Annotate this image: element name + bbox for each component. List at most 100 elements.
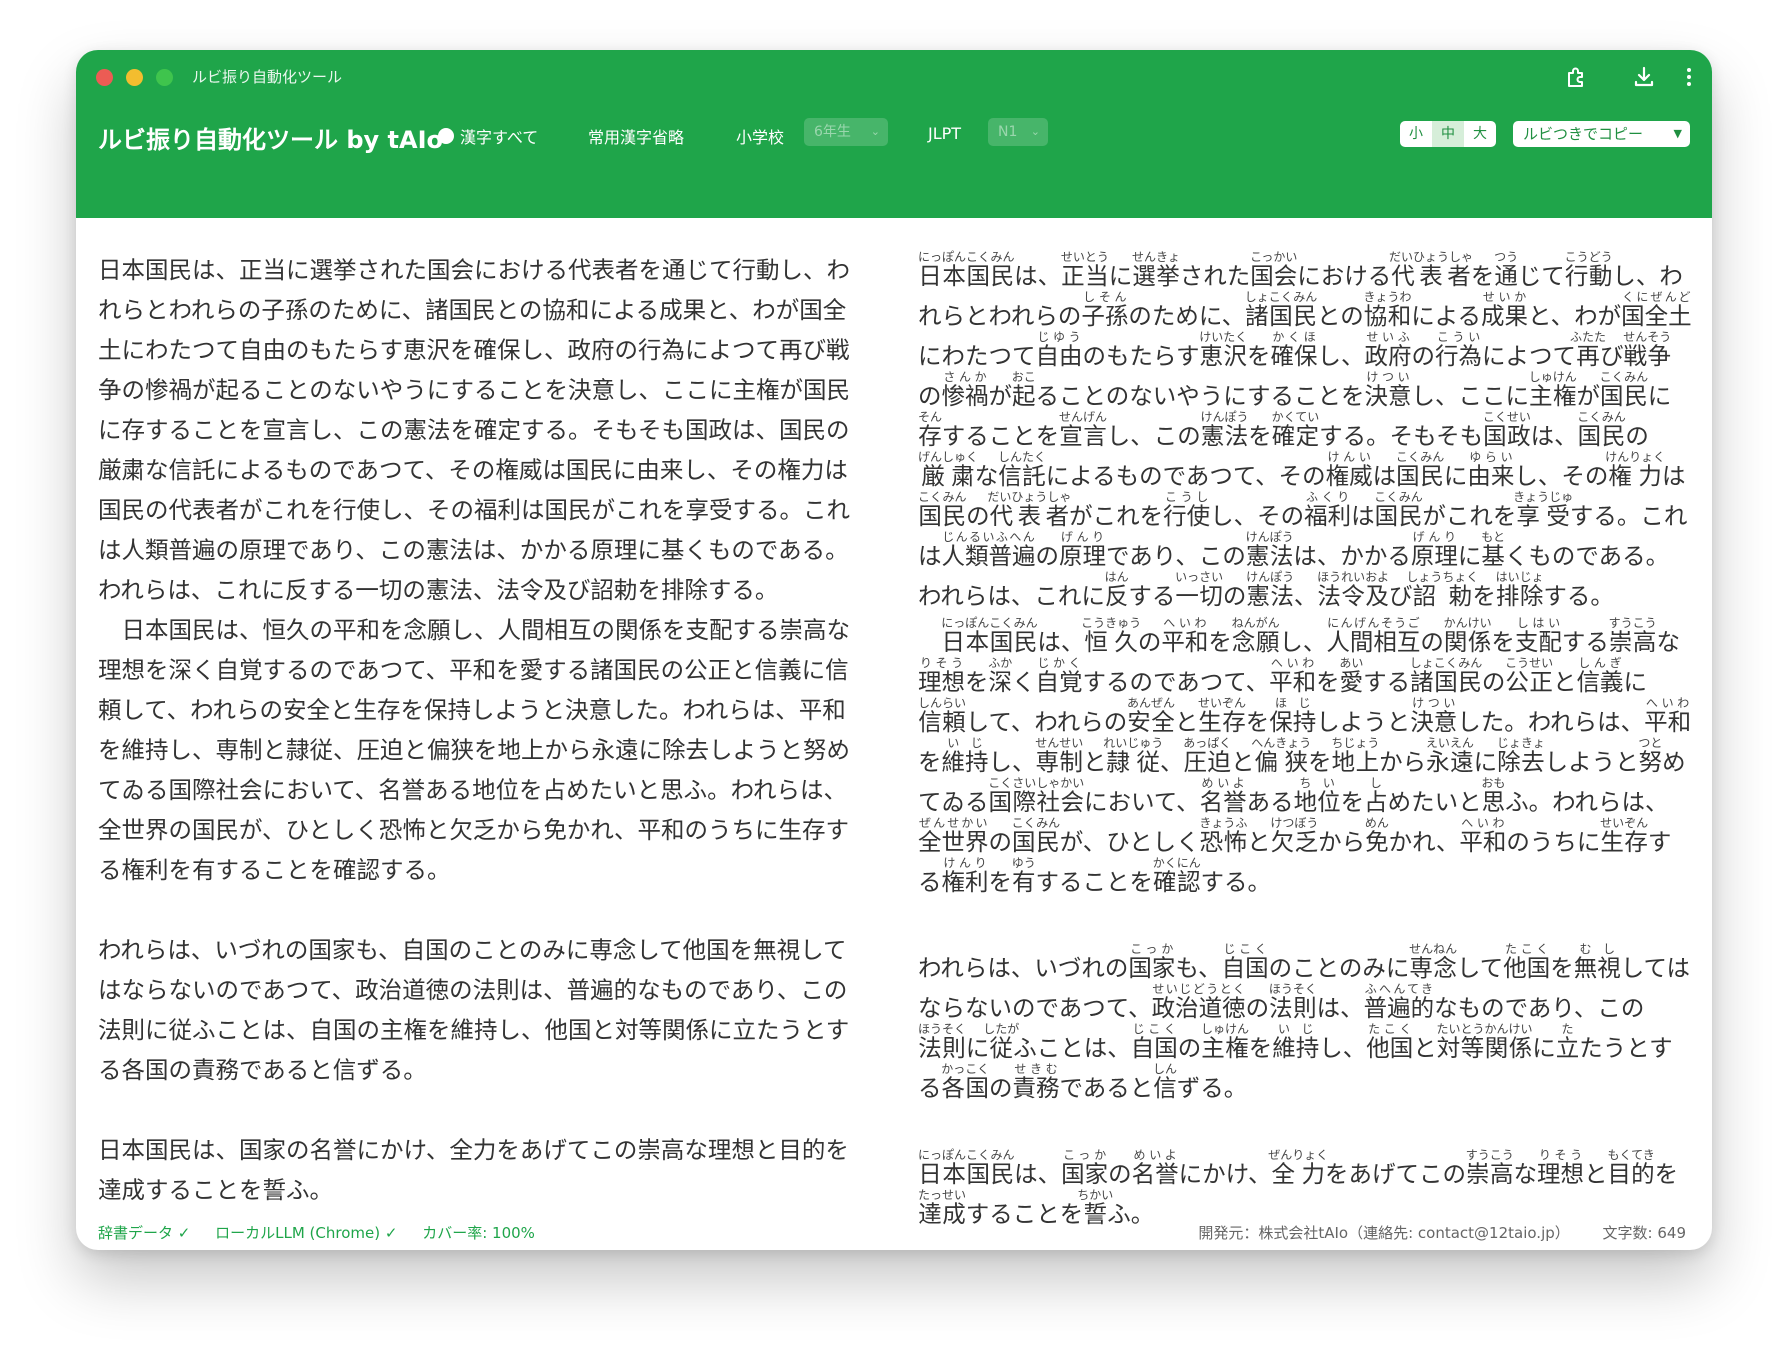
- ruby-word: 日本国民にっぽんこくみん: [918, 250, 1015, 290]
- ruby-word: 宣言せんげん: [1059, 410, 1108, 450]
- ruby-reading: こくみん: [1374, 490, 1423, 504]
- ruby-word: 憲法けんぽう: [1200, 410, 1249, 450]
- ruby-word: 基もと: [1481, 530, 1505, 570]
- download-icon[interactable]: [1631, 64, 1657, 90]
- ruby-word: 恒久こうきゅう: [1081, 616, 1142, 656]
- minimize-window-button[interactable]: [126, 69, 143, 86]
- ruby-reading: めん: [1364, 816, 1389, 830]
- app-window: ルビ振り自動化ツール ルビ振り自動化ツール by tAIo 漢字すべて 常用漢字…: [76, 50, 1712, 1250]
- ruby-word: 権威けんい: [1325, 450, 1373, 490]
- ruby-word: 行為こうい: [1435, 330, 1483, 370]
- ruby-reading: こくみん: [1577, 410, 1626, 424]
- ruby-reading: せんきょ: [1131, 250, 1180, 264]
- ruby-word: 偏狭へんきょう: [1251, 736, 1312, 776]
- ruby-word: 国民こくみん: [1374, 490, 1423, 530]
- ruby-word: 福利ふくり: [1304, 490, 1352, 530]
- ruby-reading: しゅけん: [1201, 1022, 1250, 1036]
- ruby-word: 正当せいとう: [1060, 250, 1109, 290]
- ruby-reading: ちい: [1293, 776, 1341, 790]
- ruby-reading: しん: [1153, 1062, 1178, 1076]
- grade-select[interactable]: 6年生 ⌄: [804, 118, 888, 146]
- ruby-word: 各国かっこく: [941, 1062, 990, 1102]
- extension-icon[interactable]: [1563, 64, 1589, 90]
- ruby-word: 代表者だいひょうしゃ: [1389, 250, 1474, 290]
- radio-all-kanji-label: 漢字すべて: [460, 128, 539, 147]
- ruby-word: 支配しはい: [1514, 616, 1562, 656]
- ruby-word: 決意けつい: [1410, 696, 1458, 736]
- ruby-word: 通つう: [1494, 250, 1519, 290]
- ruby-word: 国際社会こくさいしゃかい: [988, 776, 1085, 816]
- ruby-output-pane[interactable]: 日本国民にっぽんこくみんは、正当せいとうに選挙せんきょされた国会こっかいにおける…: [918, 250, 1692, 1234]
- ruby-word: 厳粛げんしゅく: [918, 450, 979, 490]
- ruby-word: 諸国民しょこくみん: [1244, 290, 1318, 330]
- ruby-reading: きょうわ: [1363, 290, 1412, 304]
- ruby-reading: こくみん: [1395, 450, 1445, 464]
- ruby-word: 平和へいわ: [1161, 616, 1209, 656]
- ruby-reading: こっか: [1128, 942, 1176, 956]
- ruby-word: 念願ねんがん: [1231, 616, 1280, 656]
- ruby-word: 全力ぜんりょく: [1268, 1148, 1329, 1188]
- character-count: 文字数: 649: [1602, 1224, 1686, 1242]
- size-medium-button[interactable]: 中: [1432, 121, 1464, 147]
- ruby-word: 隷従れいじゅう: [1103, 736, 1164, 776]
- ruby-reading: ほうそく: [1268, 982, 1317, 996]
- ruby-reading: きょうじゅ: [1513, 490, 1574, 504]
- ruby-reading: じこく: [1221, 942, 1269, 956]
- close-window-button[interactable]: [96, 69, 113, 86]
- ruby-word: 戦争せんそう: [1623, 330, 1672, 370]
- ruby-word: 諸国民しょこくみん: [1409, 656, 1483, 696]
- ruby-word: 原理げんり: [1059, 530, 1106, 570]
- ruby-word: 地上ちじょう: [1331, 736, 1380, 776]
- ruby-reading: にっぽんこくみん: [918, 250, 1015, 264]
- chevron-down-icon: ⌄: [1030, 125, 1040, 138]
- ruby-reading: ほうそく: [918, 1022, 967, 1036]
- size-small-button[interactable]: 小: [1400, 121, 1432, 147]
- zoom-window-button[interactable]: [156, 69, 173, 86]
- ruby-word: 権利けんり: [941, 856, 989, 896]
- copy-with-ruby-button[interactable]: ルビつきでコピー ▼: [1513, 121, 1690, 147]
- chevron-down-icon: ⌄: [870, 125, 880, 138]
- ruby-reading: たっせい: [918, 1188, 967, 1202]
- ruby-reading: こうし: [1163, 490, 1211, 504]
- ruby-word: 主権しゅけん: [1528, 370, 1577, 410]
- size-large-button[interactable]: 大: [1464, 121, 1496, 147]
- ruby-reading: れいじゅう: [1103, 736, 1164, 750]
- source-text-pane[interactable]: 日本国民は、正当に選挙された国会における代表者を通じて行動し、われらとわれらの子…: [98, 250, 868, 1210]
- ruby-word: 存そん: [918, 410, 943, 450]
- ruby-word: 恵沢けいたく: [1199, 330, 1248, 370]
- ruby-reading: おも: [1481, 776, 1506, 790]
- ruby-reading: ふへんてき: [1363, 982, 1435, 996]
- ruby-word: 生存せいぞん: [1197, 696, 1246, 736]
- ruby-word: 排除はいじょ: [1495, 570, 1544, 610]
- ruby-reading: けつい: [1364, 370, 1412, 384]
- ruby-reading: こくみん: [1599, 370, 1649, 384]
- ruby-reading: かくにん: [1152, 856, 1201, 870]
- ruby-reading: こうきゅう: [1081, 616, 1142, 630]
- radio-all-kanji[interactable]: 漢字すべて: [438, 124, 538, 148]
- ruby-word: 自国じこく: [1130, 1022, 1178, 1062]
- ruby-word: 代表者だいひょうしゃ: [987, 490, 1072, 530]
- option-skip-joyo[interactable]: 常用漢字省略: [588, 124, 684, 148]
- ruby-word: 協和きょうわ: [1363, 290, 1412, 330]
- ruby-word: 深ふか: [988, 656, 1013, 696]
- ruby-word: 国会こっかい: [1250, 250, 1298, 290]
- ruby-word: 保持ほじ: [1269, 696, 1317, 736]
- ruby-reading: けんり: [941, 856, 989, 870]
- more-icon[interactable]: [1682, 64, 1696, 90]
- ruby-reading: こくさいしゃかい: [988, 776, 1085, 790]
- ruby-word: 法令及ほうれいおよ: [1317, 570, 1390, 610]
- option-jlpt[interactable]: JLPT: [928, 124, 961, 143]
- option-elementary-school[interactable]: 小学校: [736, 124, 784, 148]
- ruby-word: 決意けつい: [1364, 370, 1412, 410]
- jlpt-select[interactable]: N1 ⌄: [988, 118, 1048, 146]
- ruby-word: 行動こうどう: [1564, 250, 1613, 290]
- ruby-word: 他国たこく: [1366, 1022, 1414, 1062]
- ruby-word: 確定かくてい: [1271, 410, 1320, 450]
- ruby-reading: りそう: [918, 656, 965, 670]
- ruby-word: 一切いっさい: [1175, 570, 1224, 610]
- ruby-reading: ほじ: [1269, 696, 1317, 710]
- ruby-word: 権力けんりょく: [1605, 450, 1666, 490]
- ruby-word: 日本国民にっぽんこくみん: [941, 616, 1038, 656]
- ruby-word: 国民こくみん: [1599, 370, 1649, 410]
- ruby-word: 平和へいわ: [1269, 656, 1317, 696]
